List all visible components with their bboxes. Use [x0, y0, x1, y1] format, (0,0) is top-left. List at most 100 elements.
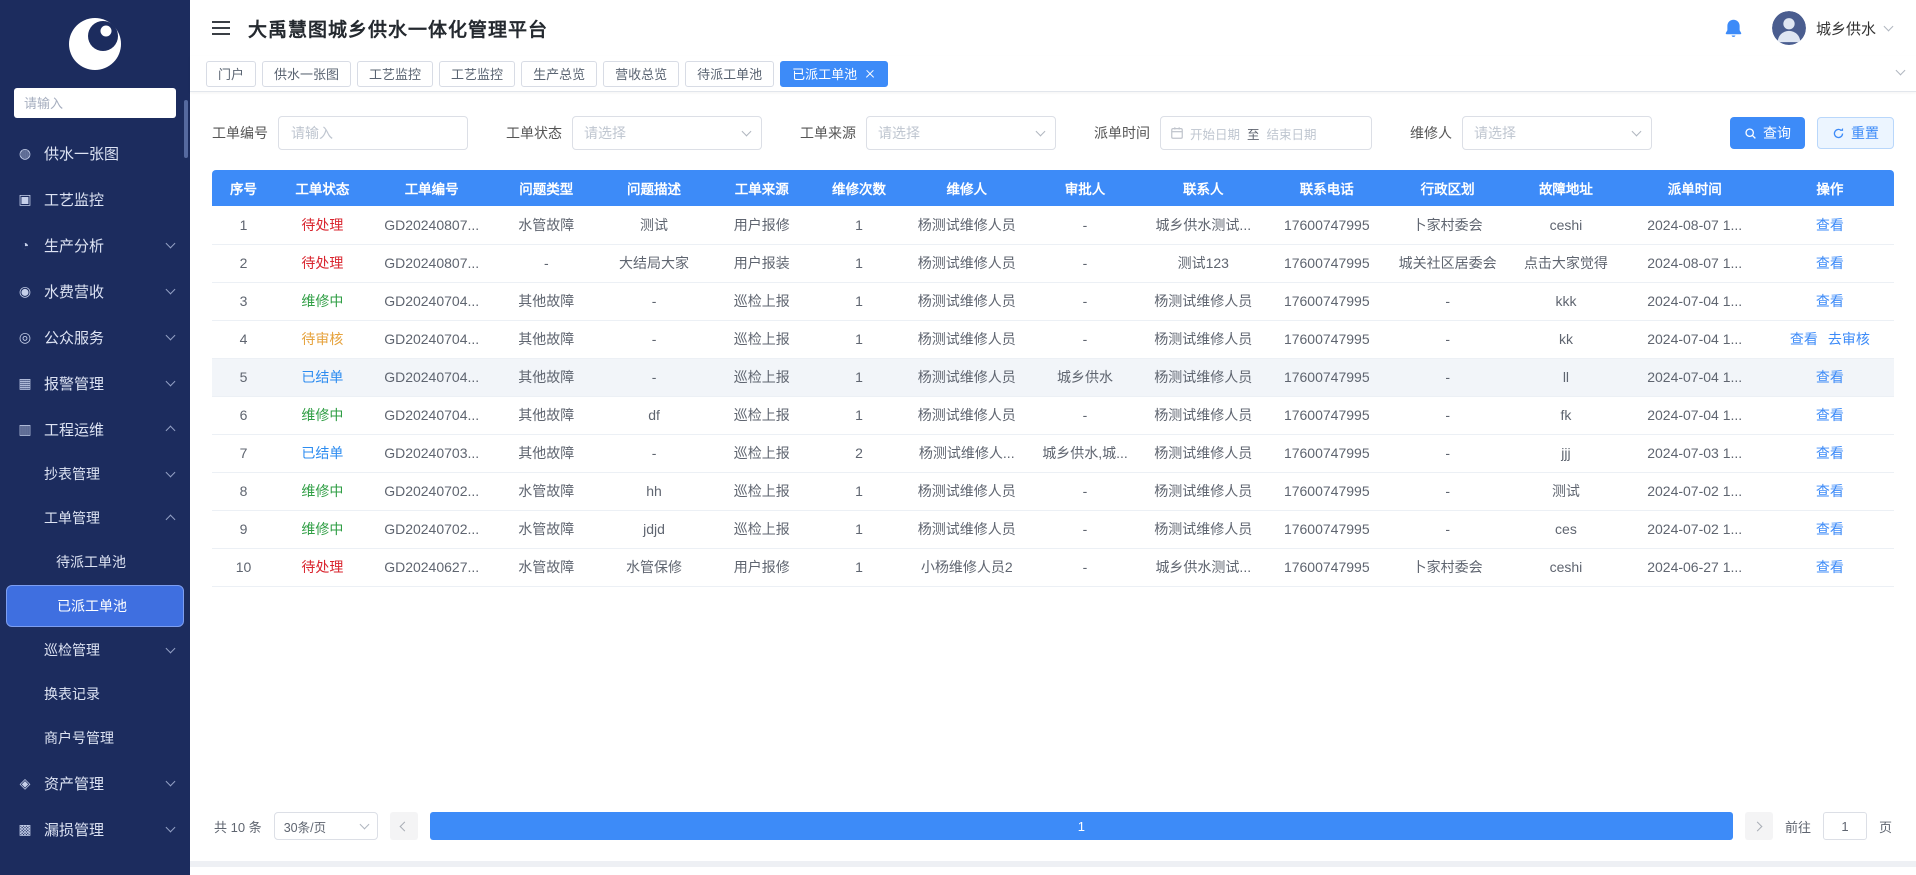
sidebar-search-input[interactable]: [14, 88, 176, 118]
view-link[interactable]: 查看: [1816, 483, 1844, 499]
view-link[interactable]: 查看: [1816, 369, 1844, 385]
sidebar-item-label: 工程运维: [44, 419, 167, 440]
sidebar-item[interactable]: 抄表管理: [0, 452, 190, 496]
page-number-button[interactable]: 1: [430, 812, 1733, 840]
view-link[interactable]: 查看: [1816, 407, 1844, 423]
view-link[interactable]: 查看: [1816, 445, 1844, 461]
table-row: 4待审核GD20240704...其他故障-巡检上报1杨测试维修人员-杨测试维修…: [212, 320, 1894, 358]
user-name[interactable]: 城乡供水: [1816, 18, 1876, 39]
chevron-down-icon: [166, 331, 176, 341]
total-count: 共 10 条: [214, 817, 262, 836]
sidebar-item[interactable]: 换表记录: [0, 672, 190, 716]
dispatch-time-range-picker[interactable]: 开始日期 至 结束日期: [1160, 116, 1372, 150]
sidebar-item[interactable]: ◎公众服务: [0, 314, 190, 360]
sidebar-item[interactable]: ◔生产分析: [0, 222, 190, 268]
cell-repair-count: 1: [814, 206, 903, 244]
sidebar-item-label: 商户号管理: [44, 728, 174, 748]
tab-item[interactable]: 门户: [206, 61, 256, 87]
next-page-button[interactable]: [1745, 812, 1773, 840]
user-avatar[interactable]: [1772, 11, 1806, 45]
sidebar-item-label: 已派工单池: [57, 596, 167, 616]
view-link[interactable]: 查看: [1816, 217, 1844, 233]
work-order-table: 序号工单状态工单编号问题类型问题描述工单来源维修次数维修人审批人联系人联系电话行…: [212, 170, 1894, 587]
alarm-manage-icon: ▦: [16, 375, 34, 392]
go-audit-link[interactable]: 去审核: [1828, 331, 1870, 347]
table-row: 1待处理GD20240807...水管故障测试用户报修1杨测试维修人员-城乡供水…: [212, 206, 1894, 244]
sidebar-item-active[interactable]: 已派工单池: [6, 585, 184, 627]
cell-dispatch-time: 2024-06-27 1...: [1624, 548, 1766, 586]
sidebar-item-label: 工单管理: [44, 508, 167, 528]
sidebar-item[interactable]: ▥工程运维: [0, 406, 190, 452]
cell-address: ces: [1508, 510, 1624, 548]
cell-phone: 17600747995: [1266, 320, 1387, 358]
water-map-icon: ◍: [16, 145, 34, 162]
collapse-menu-icon[interactable]: [212, 21, 230, 35]
cell-problem-desc: -: [599, 320, 709, 358]
sidebar-item[interactable]: ◈资产管理: [0, 760, 190, 806]
source-select-placeholder: 请选择: [878, 123, 1037, 143]
tab-item[interactable]: 营收总览: [603, 61, 679, 87]
repairer-select[interactable]: 请选择: [1462, 116, 1652, 150]
close-tab-icon[interactable]: [864, 68, 876, 80]
tab-item[interactable]: 生产总览: [521, 61, 597, 87]
sidebar-item[interactable]: ◉水费营收: [0, 268, 190, 314]
cell-problem-desc: -: [599, 282, 709, 320]
tab-label: 生产总览: [533, 64, 585, 83]
page-size-select[interactable]: 30条/页: [274, 812, 378, 840]
cell-repair-count: 2: [814, 434, 903, 472]
sidebar-item[interactable]: 待派工单池: [0, 540, 190, 584]
cell-actions: 查看: [1766, 472, 1894, 510]
tab-list-chevron-icon[interactable]: [1896, 66, 1906, 76]
cell-status: 待处理: [275, 548, 370, 586]
cell-actions: 查看: [1766, 510, 1894, 548]
sidebar-item[interactable]: 商户号管理: [0, 716, 190, 760]
tab-item[interactable]: 待派工单池: [685, 61, 774, 87]
reset-button[interactable]: 重置: [1817, 117, 1894, 149]
sidebar-item[interactable]: ▦报警管理: [0, 360, 190, 406]
chevron-down-icon: [1632, 127, 1642, 137]
cell-approver: 城乡供水: [1030, 358, 1140, 396]
sidebar-item[interactable]: ◍供水一张图: [0, 130, 190, 176]
cell-phone: 17600747995: [1266, 396, 1387, 434]
status-select[interactable]: 请选择: [572, 116, 762, 150]
chevron-left-icon: [400, 821, 410, 831]
reset-button-label: 重置: [1851, 123, 1879, 143]
sidebar-item[interactable]: 工单管理: [0, 496, 190, 540]
order-no-input[interactable]: [278, 116, 468, 150]
filter-order-no: 工单编号: [212, 116, 468, 150]
search-button[interactable]: 查询: [1730, 117, 1805, 149]
sidebar-item[interactable]: 巡检管理: [0, 628, 190, 672]
page-title: 大禹慧图城乡供水一体化管理平台: [248, 15, 548, 42]
view-link[interactable]: 查看: [1790, 331, 1818, 347]
cell-contact: 杨测试维修人员: [1140, 434, 1266, 472]
user-menu-chevron-icon[interactable]: [1884, 22, 1894, 32]
notification-bell-icon[interactable]: [1723, 18, 1744, 39]
chevron-down-icon: [359, 820, 369, 830]
view-link[interactable]: 查看: [1816, 521, 1844, 537]
tab-item[interactable]: 工艺监控: [357, 61, 433, 87]
view-link[interactable]: 查看: [1816, 293, 1844, 309]
sidebar-scrollbar-thumb[interactable]: [184, 100, 188, 158]
filter-bar: 工单编号 工单状态 请选择 工单来源 请选择: [190, 92, 1916, 170]
goto-page-input[interactable]: 1: [1823, 812, 1867, 840]
goto-page-value: 1: [1841, 819, 1848, 834]
tab-item[interactable]: 工艺监控: [439, 61, 515, 87]
cell-problem-type: 水管故障: [494, 510, 599, 548]
source-select[interactable]: 请选择: [866, 116, 1056, 150]
filter-source: 工单来源 请选择: [800, 116, 1056, 150]
tab-active[interactable]: 已派工单池: [780, 61, 888, 87]
cell-order-no: GD20240702...: [370, 472, 494, 510]
sidebar-item[interactable]: ▣工艺监控: [0, 176, 190, 222]
cell-district: 卜家村委会: [1387, 206, 1508, 244]
view-link[interactable]: 查看: [1816, 559, 1844, 575]
cell-phone: 17600747995: [1266, 548, 1387, 586]
prev-page-button[interactable]: [390, 812, 418, 840]
view-link[interactable]: 查看: [1816, 255, 1844, 271]
tab-item[interactable]: 供水一张图: [262, 61, 351, 87]
cell-seq: 4: [212, 320, 275, 358]
cell-district: -: [1387, 320, 1508, 358]
sidebar-item-label: 生产分析: [44, 235, 167, 256]
app-logo: [0, 0, 190, 88]
sidebar-item[interactable]: ▩漏损管理: [0, 806, 190, 852]
cell-problem-desc: 测试: [599, 206, 709, 244]
